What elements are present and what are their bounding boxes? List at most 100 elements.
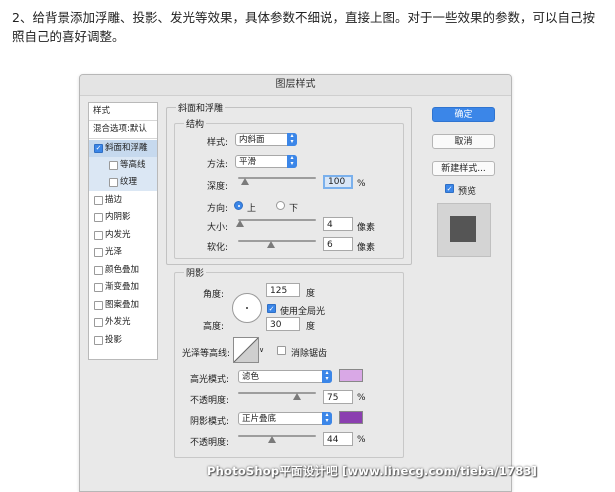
anti-alias-checkbox[interactable] [277, 346, 286, 355]
technique-value: 平滑 [239, 157, 257, 167]
style-item-label: 光泽 [105, 247, 123, 257]
style-item-satin[interactable]: 光泽 [89, 244, 157, 261]
altitude-unit: 度 [306, 322, 316, 332]
style-item-color-overlay[interactable]: 颜色叠加 [89, 262, 157, 279]
style-item-label: 颜色叠加 [105, 265, 140, 275]
style-item-inner-glow[interactable]: 内发光 [89, 227, 157, 244]
style-item-outer-glow[interactable]: 外发光 [89, 314, 157, 331]
global-light-checkbox[interactable]: ✓ [267, 304, 276, 313]
shadow-opacity-track[interactable] [238, 435, 316, 437]
global-light-label: 使用全局光 [280, 307, 326, 317]
contour-checkbox[interactable] [109, 161, 118, 170]
highlight-mode-value: 滤色 [242, 372, 260, 382]
size-label: 大小: [207, 223, 229, 233]
new-style-button[interactable]: 新建样式... [432, 161, 495, 176]
updown-chevron-icon: ▴ ▾ [322, 412, 332, 425]
technique-select[interactable]: 平滑 ▴ ▾ [235, 155, 297, 168]
gradient-overlay-checkbox[interactable] [94, 283, 103, 292]
style-item-contour[interactable]: 等高线 [89, 157, 157, 174]
structure-title: 结构 [184, 117, 207, 130]
soften-slider-track[interactable] [238, 240, 316, 242]
watermark-text: PhotoShop平面设计吧 [www.linecg.com/tieba/178… [207, 464, 538, 478]
direction-up-radio[interactable] [234, 201, 243, 210]
cancel-button[interactable]: 取消 [432, 134, 495, 149]
depth-input[interactable]: 100 [323, 175, 353, 189]
style-item-inner-shadow[interactable]: 内阴影 [89, 209, 157, 226]
size-input[interactable]: 4 [323, 217, 353, 231]
bevel-emboss-checkbox[interactable]: ✓ [94, 144, 103, 153]
highlight-color-swatch[interactable] [339, 369, 363, 382]
angle-input[interactable]: 125 [266, 283, 300, 297]
stroke-checkbox[interactable] [94, 196, 103, 205]
style-item-label: 图案叠加 [105, 300, 140, 310]
dialog-title: 图层样式 [80, 75, 511, 96]
blend-options-item[interactable]: 混合选项:默认 [89, 121, 157, 139]
style-item-label: 等高线 [120, 160, 146, 170]
color-overlay-checkbox[interactable] [94, 266, 103, 275]
technique-label: 方法: [207, 160, 229, 170]
altitude-input[interactable]: 30 [266, 317, 300, 331]
outer-glow-checkbox[interactable] [94, 318, 103, 327]
style-item-stroke[interactable]: 描边 [89, 192, 157, 209]
altitude-label: 高度: [203, 322, 225, 332]
shadow-opacity-label: 不透明度: [190, 438, 230, 448]
preview-checkbox[interactable]: ✓ [445, 184, 454, 193]
linear-contour-icon [234, 338, 258, 362]
style-item-label: 纹理 [120, 177, 138, 187]
shadow-color-swatch[interactable] [339, 411, 363, 424]
style-preview [437, 203, 491, 257]
direction-label: 方向: [207, 204, 229, 214]
highlight-opacity-input[interactable]: 75 [323, 390, 353, 404]
shadow-opacity-input[interactable]: 44 [323, 432, 353, 446]
highlight-opacity-unit: % [357, 393, 366, 403]
drop-shadow-checkbox[interactable] [94, 336, 103, 345]
anti-alias-label: 消除锯齿 [291, 349, 328, 359]
bevel-style-value: 内斜面 [239, 135, 265, 145]
inner-shadow-checkbox[interactable] [94, 213, 103, 222]
depth-slider-thumb[interactable] [241, 178, 250, 185]
style-item-pattern-overlay[interactable]: 图案叠加 [89, 297, 157, 314]
ok-button[interactable]: 确定 [432, 107, 495, 122]
direction-down-radio[interactable] [276, 201, 285, 210]
texture-checkbox[interactable] [109, 178, 118, 187]
style-label: 样式: [207, 138, 229, 148]
angle-dial[interactable] [232, 293, 262, 323]
style-item-label: 内发光 [105, 230, 131, 240]
size-slider-track[interactable] [238, 219, 316, 221]
style-item-label: 内阴影 [105, 212, 131, 222]
shading-title: 阴影 [184, 266, 207, 279]
soften-slider-thumb[interactable] [266, 241, 275, 248]
bevel-style-select[interactable]: 内斜面 ▴ ▾ [235, 133, 297, 146]
shadow-opacity-thumb[interactable] [268, 436, 277, 443]
updown-chevron-icon: ▴ ▾ [322, 370, 332, 383]
style-item-drop-shadow[interactable]: 投影 [89, 332, 157, 349]
layer-style-dialog: 图层样式 样式 混合选项:默认 ✓ 斜面和浮雕 等高线 纹理 描边 内阴影 内发… [79, 74, 512, 492]
style-item-label: 描边 [105, 195, 123, 205]
highlight-opacity-thumb[interactable] [292, 393, 301, 400]
depth-slider-track[interactable] [238, 177, 316, 179]
size-unit: 像素 [357, 223, 376, 233]
style-item-gradient-overlay[interactable]: 渐变叠加 [89, 279, 157, 296]
depth-unit: % [357, 179, 366, 189]
satin-checkbox[interactable] [94, 248, 103, 257]
style-item-bevel-emboss[interactable]: ✓ 斜面和浮雕 [89, 140, 157, 157]
shadow-mode-select[interactable]: 正片叠底 ▴ ▾ [238, 412, 332, 425]
contour-dropdown-icon[interactable]: ∨ [259, 346, 264, 354]
gloss-contour-picker[interactable] [233, 337, 259, 363]
highlight-opacity-track[interactable] [238, 392, 316, 394]
size-slider-thumb[interactable] [235, 220, 244, 227]
shadow-opacity-unit: % [357, 435, 366, 445]
direction-up-label: 上 [247, 204, 257, 214]
pattern-overlay-checkbox[interactable] [94, 301, 103, 310]
preview-label: 预览 [458, 187, 477, 197]
updown-chevron-icon: ▴ ▾ [287, 155, 297, 168]
highlight-mode-label: 高光模式: [190, 375, 230, 385]
highlight-mode-select[interactable]: 滤色 ▴ ▾ [238, 370, 332, 383]
updown-chevron-icon: ▴ ▾ [287, 133, 297, 146]
style-item-texture[interactable]: 纹理 [89, 174, 157, 191]
inner-glow-checkbox[interactable] [94, 231, 103, 240]
styles-header[interactable]: 样式 [89, 103, 157, 121]
soften-unit: 像素 [357, 243, 376, 253]
soften-input[interactable]: 6 [323, 237, 353, 251]
bevel-emboss-title: 斜面和浮雕 [176, 101, 226, 114]
